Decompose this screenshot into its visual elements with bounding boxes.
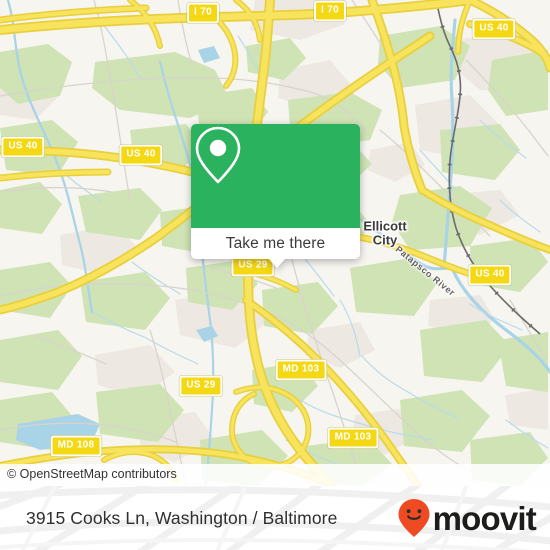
map-canvas[interactable]: Ellicott City Patapsco River I 70 I 70 U… bbox=[0, 0, 550, 486]
shield-us40-east: US 40 bbox=[468, 264, 512, 286]
place-label-ellicott-city: Ellicott City bbox=[363, 219, 406, 246]
moovit-brand: moovit bbox=[397, 486, 537, 550]
destination-callout-card[interactable]: Take me there bbox=[191, 124, 360, 268]
moovit-smiley-pin-logo bbox=[398, 499, 430, 537]
shield-us40-west: US 40 bbox=[1, 136, 45, 158]
shield-us40-ne: US 40 bbox=[472, 18, 516, 40]
take-me-there-label: Take me there bbox=[225, 234, 326, 252]
shield-us29-south: US 29 bbox=[179, 375, 223, 397]
shield-md108: MD 108 bbox=[50, 435, 102, 457]
shield-us40-mid: US 40 bbox=[119, 144, 163, 166]
shield-md103-east: MD 103 bbox=[327, 427, 379, 449]
callout-icon-area bbox=[191, 124, 360, 228]
shield-i70-west: I 70 bbox=[187, 2, 219, 24]
callout-pointer-tail bbox=[267, 258, 286, 268]
place-label-line-1: Ellicott bbox=[363, 218, 407, 234]
footer-bar: 3915 Cooks Ln, Washington / Baltimore mo… bbox=[0, 486, 550, 550]
callout-action-area[interactable]: Take me there bbox=[191, 228, 360, 268]
map-attribution: © OpenStreetMap contributors bbox=[0, 464, 550, 486]
moovit-wordmark: moovit bbox=[432, 499, 537, 537]
shield-i70-east: I 70 bbox=[314, 0, 346, 22]
address-label: 3915 Cooks Ln, Washington / Baltimore bbox=[26, 507, 338, 528]
map-pin-icon bbox=[195, 126, 241, 184]
shield-md103-west: MD 103 bbox=[275, 359, 327, 381]
screenshot-root: Ellicott City Patapsco River I 70 I 70 U… bbox=[0, 0, 550, 550]
